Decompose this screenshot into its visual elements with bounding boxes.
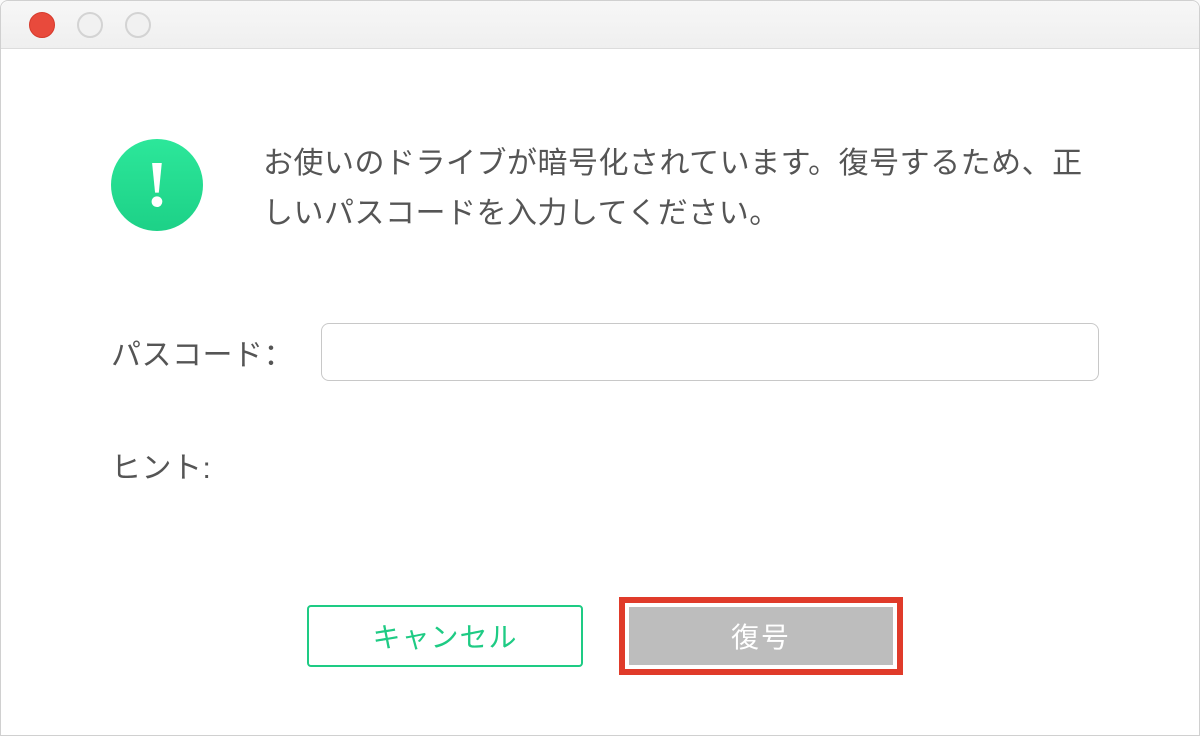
hint-label: ヒント: <box>111 443 211 487</box>
passcode-input[interactable] <box>321 323 1099 381</box>
decrypt-highlight: 復号 <box>619 597 903 675</box>
titlebar <box>1 1 1199 49</box>
dialog-content: ! お使いのドライブが暗号化されています。復号するため、正しいパスコードを入力し… <box>1 49 1199 735</box>
header-row: ! お使いのドライブが暗号化されています。復号するため、正しいパスコードを入力し… <box>111 139 1099 238</box>
dialog-message: お使いのドライブが暗号化されています。復号するため、正しいパスコードを入力してく… <box>263 139 1099 238</box>
cancel-button-label: キャンセル <box>372 616 517 656</box>
alert-glyph: ! <box>146 147 168 223</box>
close-icon[interactable] <box>29 12 55 38</box>
cancel-button[interactable]: キャンセル <box>307 605 583 667</box>
decrypt-button-label: 復号 <box>731 616 791 656</box>
zoom-icon <box>125 12 151 38</box>
alert-icon: ! <box>111 139 203 231</box>
passcode-row: パスコード： <box>111 323 1099 381</box>
passcode-label: パスコード： <box>111 330 296 374</box>
hint-row: ヒント: <box>111 443 1099 487</box>
dialog-window: ! お使いのドライブが暗号化されています。復号するため、正しいパスコードを入力し… <box>0 0 1200 736</box>
minimize-icon <box>77 12 103 38</box>
button-row: キャンセル 復号 <box>111 597 1099 675</box>
decrypt-button[interactable]: 復号 <box>629 607 893 665</box>
